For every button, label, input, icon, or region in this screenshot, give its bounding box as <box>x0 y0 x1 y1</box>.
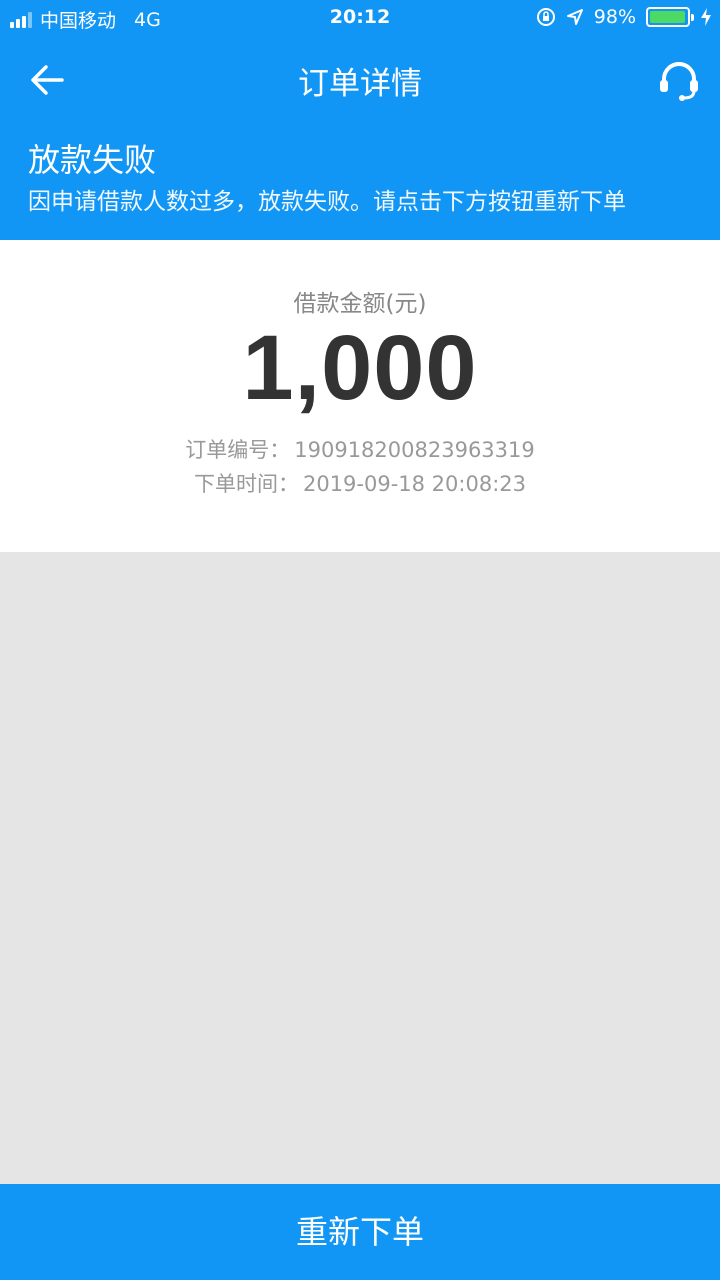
location-arrow-icon <box>566 9 583 25</box>
loan-amount: 1,000 <box>242 317 478 419</box>
status-right: 98% <box>536 6 712 28</box>
status-banner: 放款失败 因申请借款人数过多，放款失败。请点击下方按钮重新下单 <box>0 122 720 240</box>
customer-service-button[interactable] <box>656 58 702 104</box>
charging-icon <box>701 8 711 26</box>
failure-message: 因申请借款人数过多，放款失败。请点击下方按钮重新下单 <box>28 189 626 215</box>
headset-icon <box>660 62 698 101</box>
order-time-label: 下单时间： <box>193 472 299 496</box>
failure-title: 放款失败 <box>28 141 157 179</box>
order-number-row: 订单编号： 190918200823963319 <box>0 434 720 464</box>
page-title: 订单详情 <box>298 66 422 102</box>
nav-bar: 订单详情 <box>0 38 720 122</box>
reorder-button[interactable]: 重新下单 <box>0 1184 720 1280</box>
order-number-label: 订单编号： <box>185 438 291 462</box>
loan-card: 借款金额(元) 1,000 订单编号： 190918200823963319 下单… <box>0 240 720 552</box>
battery-percent: 98% <box>593 6 636 28</box>
status-bar: 中国移动 4G 20:12 98% <box>0 0 720 38</box>
amount-label: 借款金额(元) <box>293 291 427 317</box>
battery-icon <box>646 7 694 27</box>
rotation-lock-icon <box>536 8 555 26</box>
order-time-row: 下单时间： 2019-09-18 20:08:23 <box>0 468 720 498</box>
battery-fill <box>650 11 686 23</box>
order-time-value: 2019-09-18 20:08:23 <box>302 472 527 496</box>
order-number-value: 190918200823963319 <box>294 438 535 462</box>
